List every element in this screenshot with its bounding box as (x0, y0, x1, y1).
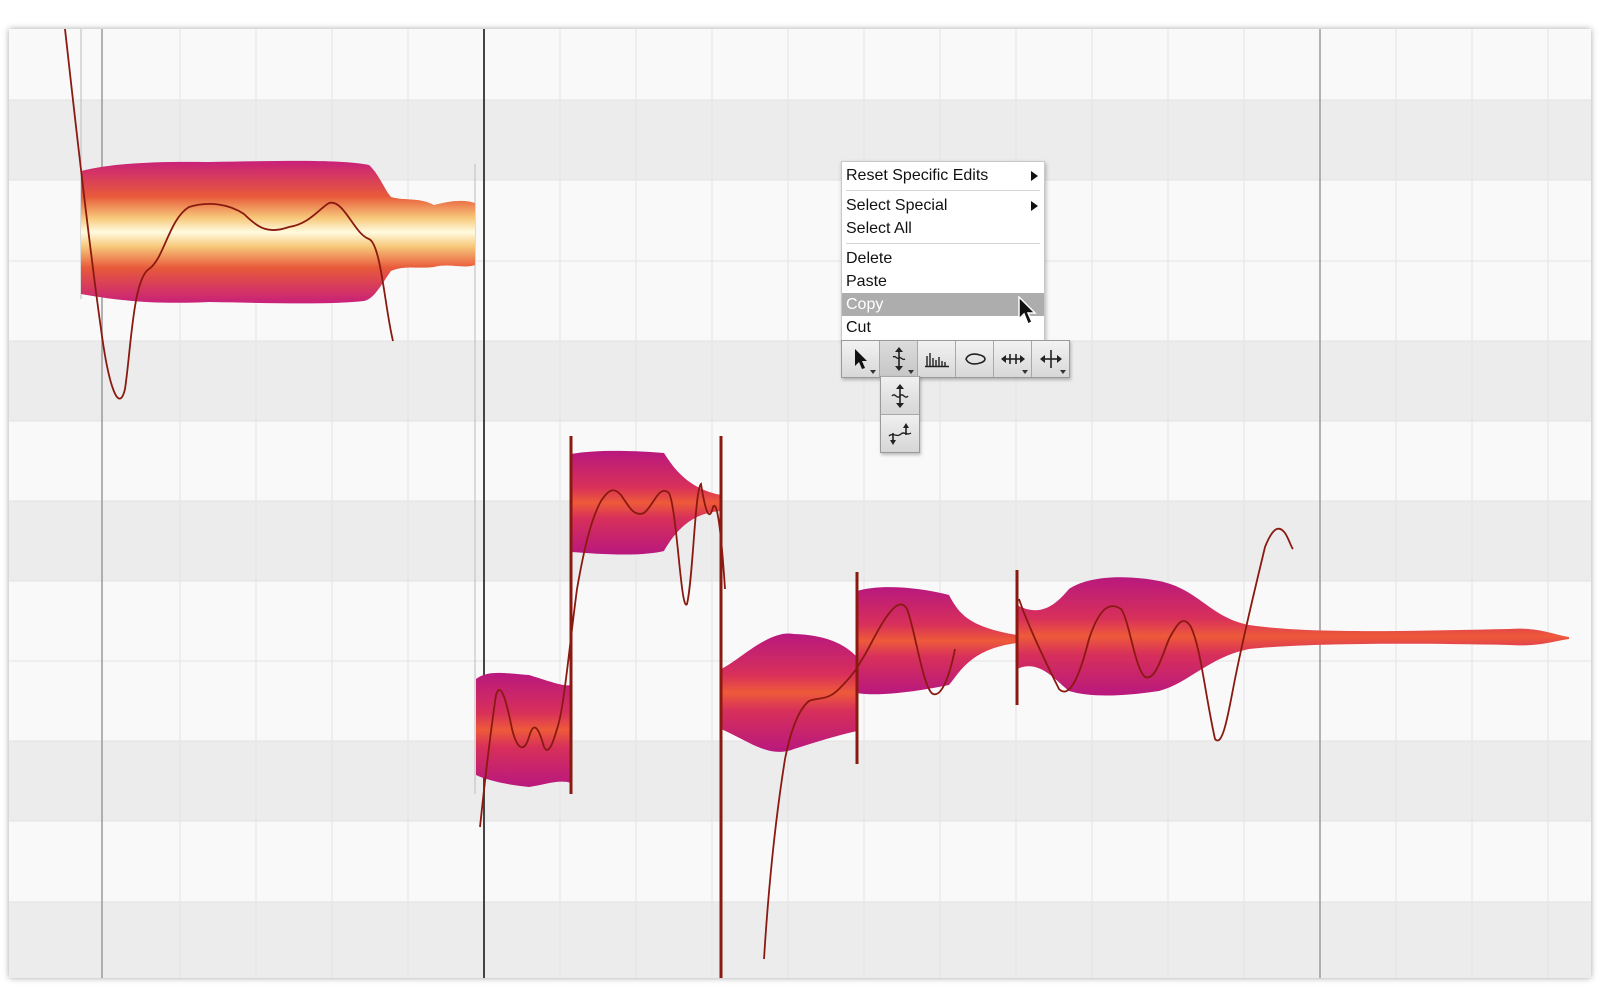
pitch-drift-icon (888, 422, 912, 445)
amplitude-tool-icon (964, 353, 986, 365)
formant-tool-icon (924, 353, 949, 368)
dropdown-indicator (908, 370, 914, 374)
pitch-row-dark (9, 741, 1591, 821)
pitch-row-dark (9, 902, 1591, 978)
submenu-arrow-icon (1031, 201, 1038, 211)
separation-tool-button[interactable] (1032, 341, 1069, 377)
menu-separator (846, 243, 1040, 244)
menu-item-paste[interactable]: Paste (842, 270, 1044, 293)
arrow-pointer-icon (854, 349, 867, 369)
time-tool-icon (1000, 354, 1025, 364)
context-menu: Reset Specific Edits Select Special Sele… (841, 161, 1045, 342)
menu-item-copy[interactable]: Copy (842, 293, 1044, 316)
main-tool-button[interactable] (842, 341, 880, 377)
note-blob (857, 587, 1017, 695)
dropdown-indicator (1060, 370, 1066, 374)
menu-item-label: Paste (846, 273, 887, 290)
menu-item-cut[interactable]: Cut (842, 316, 1044, 339)
time-tool-button[interactable] (994, 341, 1032, 377)
tool-palette (841, 340, 1070, 378)
note-blobs[interactable] (81, 160, 1569, 787)
note-editor-svg (9, 29, 1591, 978)
menu-item-delete[interactable]: Delete (842, 247, 1044, 270)
submenu-arrow-icon (1031, 171, 1038, 181)
menu-separator (846, 190, 1040, 191)
menu-item-label: Delete (846, 250, 893, 267)
formant-tool-button[interactable] (918, 341, 956, 377)
menu-item-label: Reset Specific Edits (846, 167, 989, 184)
menu-item-label: Select All (846, 220, 912, 237)
amplitude-tool-button[interactable] (956, 341, 994, 377)
menu-item-select-special[interactable]: Select Special (842, 194, 1044, 217)
mouse-cursor-icon (1018, 296, 1037, 326)
dropdown-indicator (1022, 370, 1028, 374)
pitch-drift-tool-button[interactable] (881, 414, 919, 452)
pitch-row-dark (9, 341, 1591, 421)
pitch-tool-submenu (880, 376, 920, 453)
menu-item-reset-specific-edits[interactable]: Reset Specific Edits (842, 164, 1044, 187)
menu-item-label: Copy (846, 296, 884, 313)
pitch-modulation-icon (891, 383, 909, 408)
pitch-row-dark (9, 501, 1591, 581)
pitch-tool-button[interactable] (880, 341, 918, 377)
separation-tool-icon (1039, 350, 1062, 368)
pitch-tool-icon (892, 347, 905, 371)
dropdown-indicator (870, 370, 876, 374)
note-blob (1017, 577, 1569, 696)
menu-item-label: Select Special (846, 197, 948, 214)
pitch-modulation-tool-button[interactable] (881, 376, 919, 414)
note-blob (721, 633, 857, 752)
menu-item-select-all[interactable]: Select All (842, 217, 1044, 240)
note-editor-canvas[interactable] (9, 29, 1591, 978)
menu-item-label: Cut (846, 319, 871, 336)
